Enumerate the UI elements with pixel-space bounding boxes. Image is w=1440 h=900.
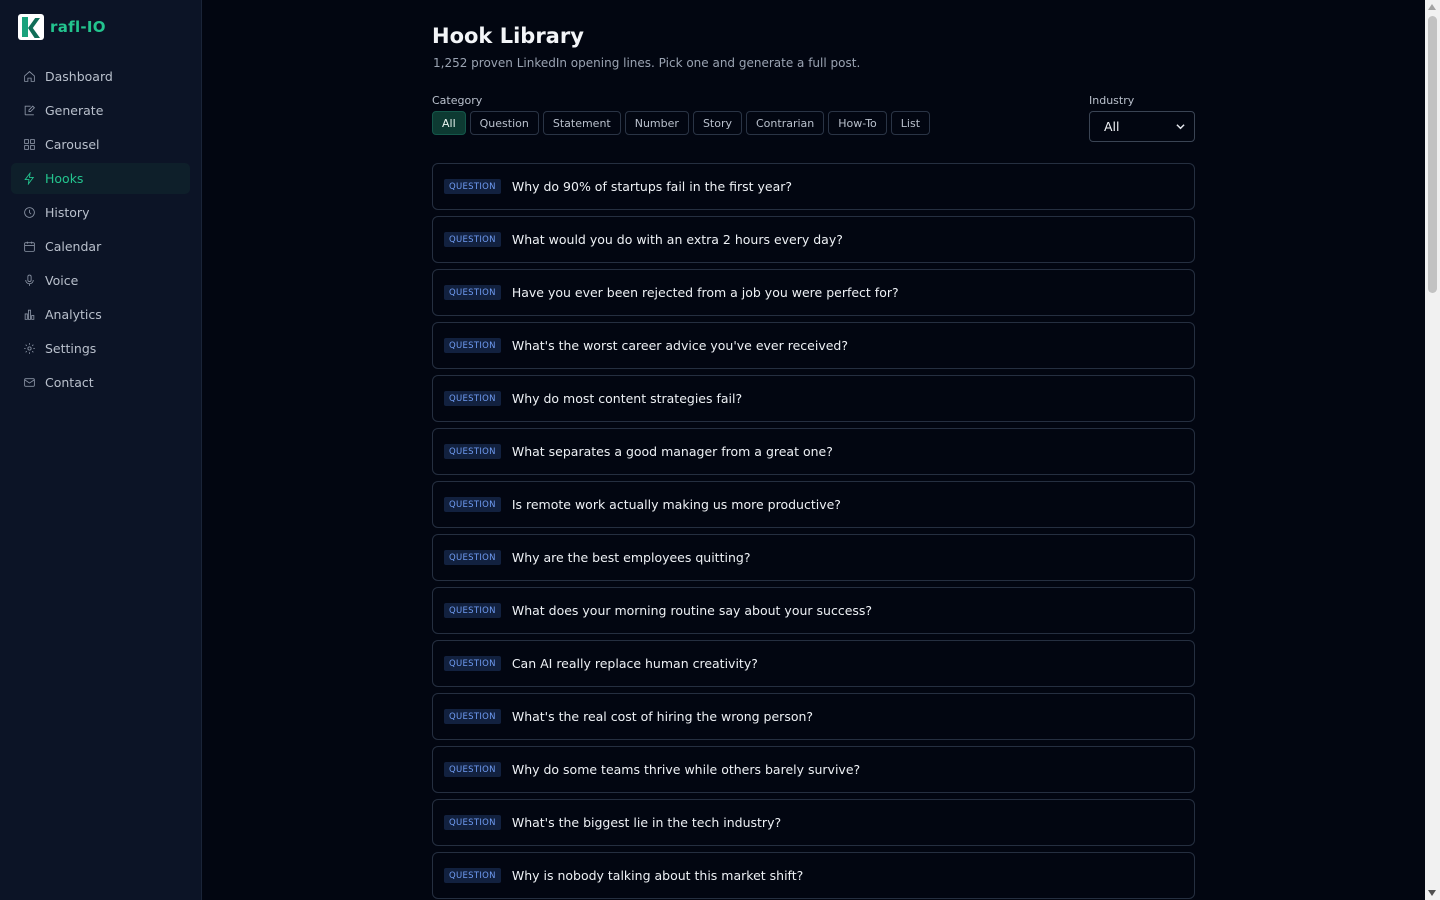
sidebar-item-generate[interactable]: Generate: [11, 95, 190, 126]
hook-text: Why do most content strategies fail?: [511, 391, 743, 406]
category-chip-all[interactable]: All: [432, 111, 466, 135]
sidebar-item-label: Voice: [45, 273, 79, 288]
calendar-icon: [24, 241, 35, 252]
category-label: Category: [432, 94, 483, 107]
home-icon: [24, 71, 35, 82]
hook-category-badge: QUESTION: [444, 179, 501, 194]
hook-category-badge: QUESTION: [444, 391, 501, 406]
brand-name: rafl-IO: [50, 18, 106, 36]
category-chip-list[interactable]: List: [890, 111, 931, 135]
sidebar: rafl-IO Dashboard Generate Carousel Hook…: [0, 0, 202, 900]
sidebar-item-hooks[interactable]: Hooks: [11, 163, 190, 194]
hook-text: What separates a good manager from a gre…: [511, 444, 833, 459]
hook-row[interactable]: QUESTION Why are the best employees quit…: [432, 534, 1195, 581]
hook-category-badge: QUESTION: [444, 709, 501, 724]
category-chip-number[interactable]: Number: [624, 111, 689, 135]
scrollbar-thumb[interactable]: [1428, 16, 1437, 293]
scrollbar[interactable]: [1425, 0, 1440, 900]
clock-icon: [24, 207, 35, 218]
hook-category-badge: QUESTION: [444, 550, 501, 565]
sidebar-item-label: Dashboard: [45, 69, 113, 84]
hook-row[interactable]: QUESTION Why is nobody talking about thi…: [432, 852, 1195, 899]
hook-text: What's the biggest lie in the tech indus…: [511, 815, 782, 830]
hook-category-badge: QUESTION: [444, 285, 501, 300]
industry-label: Industry: [1089, 94, 1135, 107]
hook-category-badge: QUESTION: [444, 444, 501, 459]
scroll-down-arrow-icon[interactable]: [1428, 890, 1436, 896]
category-chip-story[interactable]: Story: [692, 111, 742, 135]
category-filter: All Question Statement Number Story Cont…: [432, 111, 931, 135]
mail-icon: [24, 378, 35, 387]
hook-row[interactable]: QUESTION What's the biggest lie in the t…: [432, 799, 1195, 846]
hook-text: Is remote work actually making us more p…: [511, 497, 841, 512]
hook-category-badge: QUESTION: [444, 497, 501, 512]
industry-select[interactable]: All: [1089, 111, 1195, 142]
category-chip-question[interactable]: Question: [469, 111, 539, 135]
hook-category-badge: QUESTION: [444, 868, 501, 883]
sidebar-item-contact[interactable]: Contact: [11, 367, 190, 398]
page-title: Hook Library: [432, 24, 584, 48]
hook-row[interactable]: QUESTION What separates a good manager f…: [432, 428, 1195, 475]
hook-row[interactable]: QUESTION What does your morning routine …: [432, 587, 1195, 634]
hook-text: What's the real cost of hiring the wrong…: [511, 709, 814, 724]
hook-row[interactable]: QUESTION Can AI really replace human cre…: [432, 640, 1195, 687]
grid-icon: [24, 139, 35, 150]
sidebar-item-voice[interactable]: Voice: [11, 265, 190, 296]
sidebar-item-settings[interactable]: Settings: [11, 333, 190, 364]
hook-category-badge: QUESTION: [444, 815, 501, 830]
sidebar-item-calendar[interactable]: Calendar: [11, 231, 190, 262]
chevron-down-icon: [1176, 124, 1185, 130]
category-chip-statement[interactable]: Statement: [542, 111, 621, 135]
brand[interactable]: rafl-IO: [18, 14, 106, 40]
hook-row[interactable]: QUESTION Why do some teams thrive while …: [432, 746, 1195, 793]
hook-text: What does your morning routine say about…: [511, 603, 873, 618]
hook-text: Why is nobody talking about this market …: [511, 868, 804, 883]
edit-icon: [24, 105, 35, 116]
sidebar-item-analytics[interactable]: Analytics: [11, 299, 190, 330]
hook-row[interactable]: QUESTION Have you ever been rejected fro…: [432, 269, 1195, 316]
sidebar-item-label: Contact: [45, 375, 94, 390]
sidebar-item-label: Analytics: [45, 307, 102, 322]
sidebar-item-label: Hooks: [45, 171, 84, 186]
hook-text: Can AI really replace human creativity?: [511, 656, 758, 671]
hook-row[interactable]: QUESTION Why do 90% of startups fail in …: [432, 163, 1195, 210]
gear-icon: [24, 343, 35, 354]
industry-select-value: All: [1104, 119, 1120, 134]
hook-row[interactable]: QUESTION Why do most content strategies …: [432, 375, 1195, 422]
sidebar-item-label: History: [45, 205, 90, 220]
sidebar-nav: Dashboard Generate Carousel Hooks Histor…: [11, 61, 190, 401]
sidebar-item-dashboard[interactable]: Dashboard: [11, 61, 190, 92]
hook-row[interactable]: QUESTION What's the worst career advice …: [432, 322, 1195, 369]
hook-category-badge: QUESTION: [444, 232, 501, 247]
scroll-up-arrow-icon[interactable]: [1428, 4, 1436, 10]
hook-text: Have you ever been rejected from a job y…: [511, 285, 899, 300]
hook-category-badge: QUESTION: [444, 338, 501, 353]
category-chip-contrarian[interactable]: Contrarian: [746, 111, 825, 135]
hook-category-badge: QUESTION: [444, 603, 501, 618]
hook-text: What's the worst career advice you've ev…: [511, 338, 848, 353]
bar-chart-icon: [24, 309, 35, 320]
sidebar-item-label: Settings: [45, 341, 97, 356]
hook-text: What would you do with an extra 2 hours …: [511, 232, 843, 247]
hook-category-badge: QUESTION: [444, 762, 501, 777]
sidebar-item-carousel[interactable]: Carousel: [11, 129, 190, 160]
sidebar-item-label: Generate: [45, 103, 104, 118]
bolt-icon: [24, 172, 35, 185]
page-subtitle: 1,252 proven LinkedIn opening lines. Pic…: [433, 56, 861, 70]
hook-row[interactable]: QUESTION What would you do with an extra…: [432, 216, 1195, 263]
hook-text: Why do some teams thrive while others ba…: [511, 762, 861, 777]
sidebar-item-history[interactable]: History: [11, 197, 190, 228]
mic-icon: [25, 274, 34, 286]
category-chip-how-to[interactable]: How-To: [828, 111, 887, 135]
sidebar-item-label: Carousel: [45, 137, 100, 152]
hook-text: Why do 90% of startups fail in the first…: [511, 179, 793, 194]
hook-text: Why are the best employees quitting?: [511, 550, 751, 565]
hook-category-badge: QUESTION: [444, 656, 501, 671]
hook-row[interactable]: QUESTION What's the real cost of hiring …: [432, 693, 1195, 740]
hook-row[interactable]: QUESTION Is remote work actually making …: [432, 481, 1195, 528]
brand-logo-icon: [18, 14, 44, 40]
sidebar-item-label: Calendar: [45, 239, 102, 254]
